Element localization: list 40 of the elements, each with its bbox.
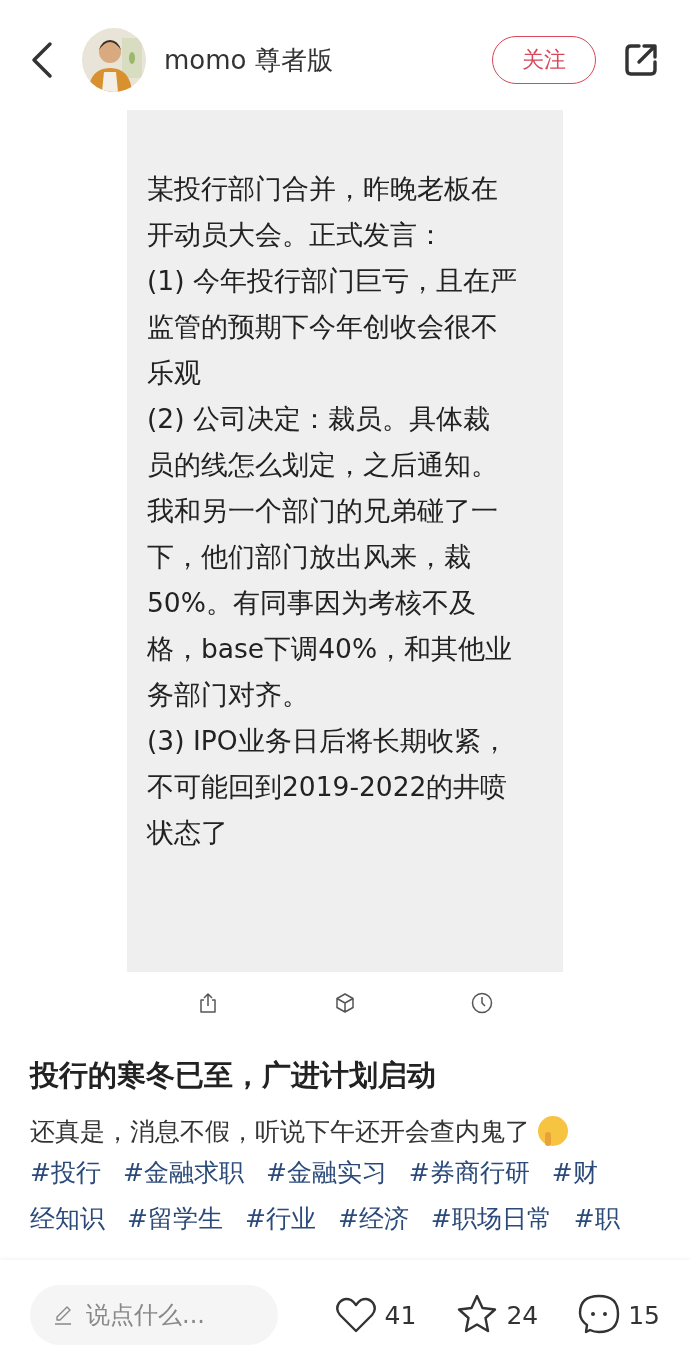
hashtag-link[interactable]: #金融实习 — [265, 1150, 387, 1196]
hashtag-link[interactable]: #职 — [573, 1196, 620, 1242]
image-text-line: 务部门对齐。 — [147, 678, 310, 712]
hashtag-link[interactable]: #券商行研 — [408, 1150, 530, 1196]
image-text-line: 50%。有同事因为考核不及 — [147, 586, 477, 620]
clock-icon[interactable] — [471, 992, 493, 1014]
hashtag-link[interactable]: #职场日常 — [430, 1196, 552, 1242]
cube-icon[interactable] — [334, 992, 356, 1014]
image-text-line: (3) IPO业务日后将长期收紧， — [147, 724, 509, 758]
post-body: 还真是，消息不假，听说下午还开会查内鬼了 — [30, 1115, 530, 1148]
image-text-line: 监管的预期下今年创收会很不 — [147, 310, 499, 344]
hashtag-link[interactable]: #经济 — [337, 1196, 409, 1242]
hashtag-link[interactable]: 经知识 — [30, 1196, 105, 1242]
favorite-count: 24 — [506, 1300, 539, 1330]
hashtag-link[interactable]: #财 — [551, 1150, 598, 1196]
image-text-line: 不可能回到2019-2022的井喷 — [147, 770, 509, 804]
hashtag-link[interactable]: #金融求职 — [122, 1150, 244, 1196]
hashtag-link[interactable]: #行业 — [244, 1196, 316, 1242]
pencil-icon — [52, 1304, 74, 1326]
username: momo 尊者版 — [164, 43, 334, 77]
comment-count: 15 — [628, 1300, 660, 1330]
follow-button[interactable]: 关注 — [492, 36, 596, 84]
image-text-line: 员的线怎么划定，之后通知。 — [147, 448, 499, 482]
comment-input[interactable]: 说点什么... — [30, 1285, 278, 1345]
like-count: 41 — [384, 1300, 417, 1330]
emoji-icon — [536, 1114, 570, 1148]
image-text-line: 乐观 — [147, 356, 202, 390]
image-text-line: 状态了 — [147, 816, 229, 850]
hashtag-link[interactable]: #投行 — [30, 1150, 101, 1196]
image-text-line: 某投行部门合并，昨晚老板在 — [147, 172, 499, 206]
image-text-line: (2) 公司决定：裁员。具体裁 — [147, 402, 491, 436]
post-title: 投行的寒冬已至，广进计划启动 — [30, 1057, 437, 1094]
share-icon[interactable] — [197, 992, 219, 1014]
image-text-line: (1) 今年投行部门巨亏，且在严 — [147, 264, 518, 298]
share-icon[interactable] — [622, 41, 660, 79]
image-text-line: 格，base下调40%，和其他业 — [147, 632, 514, 666]
image-text-line: 下，他们部门放出风来，裁 — [147, 540, 472, 574]
image-text-line: 开动员大会。正式发言： — [147, 218, 445, 252]
hashtag-link[interactable]: #留学生 — [127, 1196, 223, 1242]
image-text-line: 我和另一个部门的兄弟碰了一 — [147, 494, 499, 528]
